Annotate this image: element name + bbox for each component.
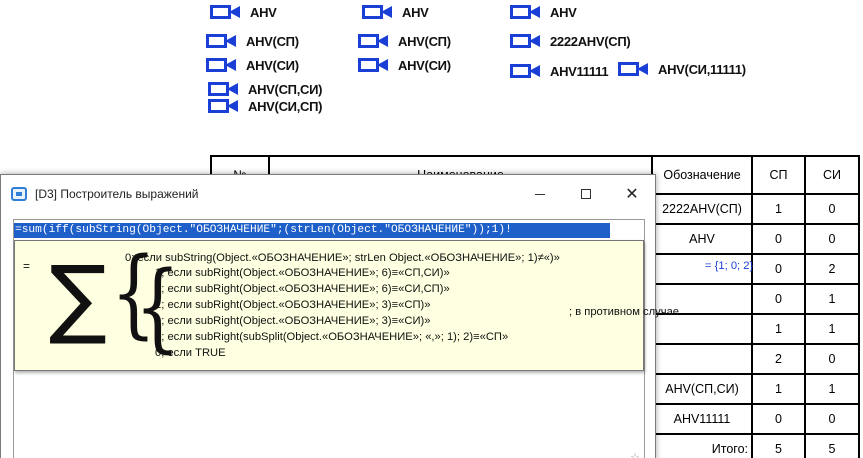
table-cell[interactable] [651,343,753,375]
total-si[interactable]: 5 [804,433,860,458]
camera-symbol[interactable]: АНV11111 [510,61,609,81]
table-cell[interactable]: 2222АНV(СП) [651,193,753,225]
preview-condition-line: 0; если subRight(Object.«ОБОЗНАЧЕНИЕ»; 3… [155,315,431,327]
sum-symbol: ∑ [49,248,107,348]
camera-label: АНV(СП) [398,33,451,49]
col-header-sp[interactable]: СП [751,155,806,195]
camera-icon [206,34,236,48]
close-button[interactable]: ✕ [609,175,655,213]
table-cell[interactable]: 0 [804,193,860,225]
camera-icon [510,5,540,19]
camera-label: АНV(СП,СИ) [248,81,323,97]
expression-preview-tooltip: = ∑ { { 0; если subString(Object.«ОБОЗНА… [14,240,753,371]
camera-symbol[interactable]: АНV(СП) [358,31,451,51]
table-cell[interactable]: 1 [804,283,860,315]
table-cell[interactable]: 0 [751,403,806,435]
camera-icon [358,34,388,48]
table-cell[interactable]: 0 [804,343,860,375]
table-cell[interactable]: 2 [751,343,806,375]
dialog-title: [D3] Построитель выражений [35,187,199,201]
table-cell[interactable]: 0 [804,223,860,255]
preview-result: = {1; 0; 2} [705,260,754,272]
formula-text[interactable]: =sum(iff(subString(Object."ОБОЗНАЧЕНИЕ";… [14,223,610,238]
camera-symbol[interactable]: АНV(СИ) [358,55,451,75]
camera-label: АНV(СИ,СП) [248,98,323,114]
preview-condition-line: 1; если subRight(subSplit(Object.«ОБОЗНА… [155,331,509,343]
close-icon: ✕ [625,186,639,203]
preview-equals: = [23,259,31,273]
camera-label: АНV(СИ) [398,57,451,73]
preview-condition-line: 1; если subRight(Object.«ОБОЗНАЧЕНИЕ»; 6… [155,267,450,279]
table-cell[interactable]: АНV [651,223,753,255]
col-header-si[interactable]: СИ [804,155,860,195]
camera-label: 2222АНV(СП) [550,33,631,49]
camera-symbol[interactable]: АНV [510,2,577,22]
table-cell[interactable]: 0 [751,253,806,285]
camera-label: АНV(СИ,11111) [658,61,746,77]
camera-label: АНV [250,4,277,20]
camera-icon [206,58,236,72]
camera-symbol[interactable]: АНV(СИ) [206,55,299,75]
camera-icon [618,62,648,76]
camera-icon [358,58,388,72]
preview-condition-line: 1; если subRight(Object.«ОБОЗНАЧЕНИЕ»; 6… [155,283,450,295]
table-cell[interactable]: 0 [751,223,806,255]
camera-symbol[interactable]: 2222АНV(СП) [510,31,631,51]
table-cell[interactable]: 1 [751,313,806,345]
table-cell[interactable]: 0 [751,283,806,315]
table-cell[interactable]: 1 [804,373,860,405]
camera-label: АНV [550,4,577,20]
camera-symbol[interactable]: АНV [210,2,277,22]
camera-icon [208,99,238,113]
maximize-icon [581,189,591,199]
camera-symbol[interactable]: АНV(СИ,11111) [618,59,746,79]
resize-grip-icon[interactable]: ☆ [630,451,640,458]
col-header-designation[interactable]: Обозначение [651,155,753,195]
maximize-button[interactable] [563,175,609,213]
camera-icon [362,5,392,19]
table-cell[interactable]: АНV11111 [651,403,753,435]
total-sp[interactable]: 5 [751,433,806,458]
preview-outer-condition: 0; если subString(Object.«ОБОЗНАЧЕНИЕ»; … [125,252,560,264]
camera-label: АНV(СИ) [246,57,299,73]
camera-icon [510,34,540,48]
camera-symbol[interactable]: АНV(СП) [206,31,299,51]
preview-otherwise: ; в противном случае [569,306,680,318]
minimize-icon [535,193,545,195]
table-cell[interactable]: 2 [804,253,860,285]
camera-label: АНV [402,4,429,20]
table-cell[interactable]: АНV(СП,СИ) [651,373,753,405]
total-label[interactable]: Итого: [651,433,753,458]
table-cell[interactable]: 1 [804,313,860,345]
preview-condition-line: 0; если TRUE [155,347,226,359]
table-cell[interactable]: 1 [751,193,806,225]
camera-icon [208,82,238,96]
minimize-button[interactable] [517,175,563,213]
camera-symbol[interactable]: АНV [362,2,429,22]
app-icon [11,187,27,201]
table-cell[interactable]: 0 [804,403,860,435]
camera-icon [210,5,240,19]
camera-icon [510,64,540,78]
camera-label: АНV11111 [550,63,609,79]
camera-symbol[interactable]: АНV(СИ,СП) [208,96,322,116]
table-cell[interactable]: 1 [751,373,806,405]
preview-condition-line: 1; если subRight(Object.«ОБОЗНАЧЕНИЕ»; 3… [155,299,431,311]
camera-label: АНV(СП) [246,33,299,49]
dialog-titlebar[interactable]: [D3] Построитель выражений ✕ [1,175,655,213]
